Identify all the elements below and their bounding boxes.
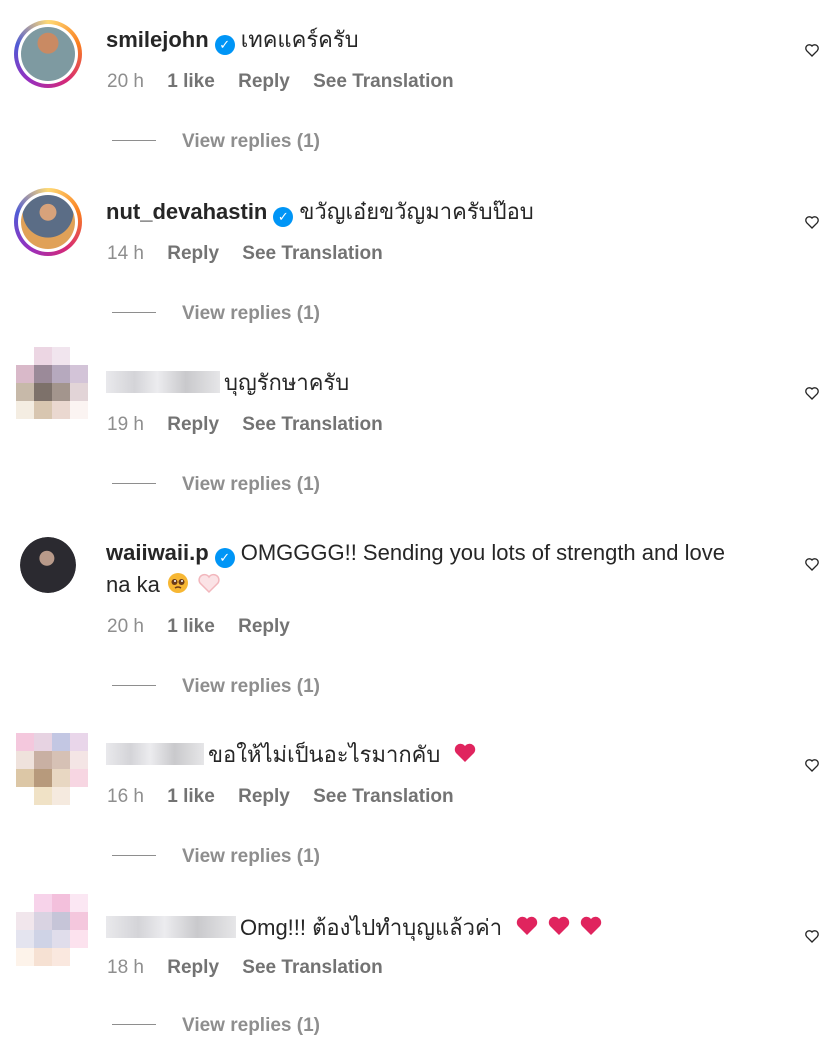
comment-item: waiiwaii.p ✓ OMGGGG!! Sending you lots of … xyxy=(0,535,820,705)
see-translation-button[interactable]: See Translation xyxy=(242,957,382,978)
avatar-blurred[interactable] xyxy=(16,347,88,419)
heart-outline-icon[interactable] xyxy=(804,556,820,572)
view-replies-label: View replies (1) xyxy=(182,676,320,697)
divider-line xyxy=(112,483,156,484)
username[interactable]: nut_devahastin xyxy=(106,199,267,224)
comment-meta: 20 h 1 like Reply See Translation xyxy=(107,71,472,93)
see-translation-button[interactable]: See Translation xyxy=(242,414,382,435)
comment-meta: 20 h 1 like Reply xyxy=(107,616,308,638)
comment-meta: 14 h Reply See Translation xyxy=(107,243,401,265)
view-replies-label: View replies (1) xyxy=(182,303,320,324)
comment-text-line: nut_devahastin ✓ ขวัญเอ๋ยขวัญมาครับป๊อบ xyxy=(106,196,770,228)
divider-line xyxy=(112,1024,156,1025)
comment-text: ขอให้ไม่เป็นอะไรมากคับ xyxy=(208,742,441,767)
heart-outline-icon[interactable] xyxy=(804,757,820,773)
comment-time[interactable]: 19 h xyxy=(107,414,144,435)
blurred-username[interactable] xyxy=(106,916,236,938)
blurred-username[interactable] xyxy=(106,371,220,393)
heart-outline-icon[interactable] xyxy=(804,42,820,58)
view-replies-button[interactable]: View replies (1) xyxy=(112,846,320,868)
divider-line xyxy=(112,140,156,141)
view-replies-label: View replies (1) xyxy=(182,1015,320,1036)
heart-hands-emoji-icon xyxy=(198,573,220,594)
comment-text-line: บุญรักษาครับ xyxy=(106,367,770,399)
username[interactable]: smilejohn xyxy=(106,27,209,52)
like-count[interactable]: 1 like xyxy=(167,786,215,807)
comment-time[interactable]: 20 h xyxy=(107,71,144,92)
comment-text: เทคแคร์ครับ xyxy=(240,27,359,52)
comment-time[interactable]: 14 h xyxy=(107,243,144,264)
red-heart-emoji-icon xyxy=(581,916,602,935)
comment-time[interactable]: 16 h xyxy=(107,786,144,807)
comment-text: Omg!!! ต้องไปทำบุญแล้วค่า xyxy=(240,915,503,940)
comment-text: ขวัญเอ๋ยขวัญมาครับป๊อบ xyxy=(299,199,534,224)
comment-text: OMGGGG!! Sending you lots of strength an… xyxy=(240,540,725,565)
see-translation-button[interactable]: See Translation xyxy=(313,786,453,807)
comment-meta: 19 h Reply See Translation xyxy=(107,414,401,436)
heart-outline-icon[interactable] xyxy=(804,214,820,230)
see-translation-button[interactable]: See Translation xyxy=(242,243,382,264)
view-replies-button[interactable]: View replies (1) xyxy=(112,1015,320,1037)
avatar-blurred[interactable] xyxy=(16,894,88,966)
pleading-face-emoji-icon xyxy=(167,573,188,593)
verified-badge-icon: ✓ xyxy=(273,207,294,227)
view-replies-label: View replies (1) xyxy=(182,131,320,152)
comment-text-line: ขอให้ไม่เป็นอะไรมากคับ xyxy=(106,739,770,771)
comment-item: บุญรักษาครับ 19 h Reply See Translation … xyxy=(0,343,820,503)
comment-item: nut_devahastin ✓ ขวัญเอ๋ยขวัญมาครับป๊อบ 14… xyxy=(0,172,820,332)
view-replies-button[interactable]: View replies (1) xyxy=(112,474,320,496)
view-replies-button[interactable]: View replies (1) xyxy=(112,131,320,153)
comment-text-line: Omg!!! ต้องไปทำบุญแล้วค่า xyxy=(106,912,770,944)
reply-button[interactable]: Reply xyxy=(238,616,290,637)
reply-button[interactable]: Reply xyxy=(167,414,219,435)
verified-badge-icon: ✓ xyxy=(214,548,235,568)
comment-item: Omg!!! ต้องไปทำบุญแล้วค่า 18 h Reply See… xyxy=(0,886,820,1036)
reply-button[interactable]: Reply xyxy=(167,243,219,264)
reply-button[interactable]: Reply xyxy=(167,957,219,978)
view-replies-button[interactable]: View replies (1) xyxy=(112,676,320,698)
comment-text-line: smilejohn ✓ เทคแคร์ครับ xyxy=(106,24,770,56)
reply-button[interactable]: Reply xyxy=(238,786,290,807)
divider-line xyxy=(112,685,156,686)
comment-time[interactable]: 18 h xyxy=(107,957,144,978)
comment-meta: 18 h Reply See Translation xyxy=(107,957,401,979)
heart-outline-icon[interactable] xyxy=(804,385,820,401)
red-heart-emoji-icon xyxy=(549,916,570,935)
verified-badge-icon: ✓ xyxy=(214,35,235,55)
red-heart-emoji-icon xyxy=(455,743,476,762)
comment-text-continued: na ka xyxy=(106,572,160,597)
comment-text-line: waiiwaii.p ✓ OMGGGG!! Sending you lots of … xyxy=(106,537,770,601)
divider-line xyxy=(112,312,156,313)
view-replies-label: View replies (1) xyxy=(182,474,320,495)
blurred-username[interactable] xyxy=(106,743,204,765)
view-replies-button[interactable]: View replies (1) xyxy=(112,303,320,325)
red-heart-emoji-icon xyxy=(516,916,538,935)
avatar-smilejohn[interactable] xyxy=(14,20,82,88)
reply-button[interactable]: Reply xyxy=(238,71,290,92)
heart-outline-icon[interactable] xyxy=(804,928,820,944)
comment-item: smilejohn ✓ เทคแคร์ครับ 20 h 1 like Reply … xyxy=(0,0,820,160)
username[interactable]: waiiwaii.p xyxy=(106,540,209,565)
view-replies-label: View replies (1) xyxy=(182,846,320,867)
avatar-waiiwaii-p[interactable] xyxy=(20,537,76,593)
see-translation-button[interactable]: See Translation xyxy=(313,71,453,92)
comment-text: บุญรักษาครับ xyxy=(224,370,350,395)
divider-line xyxy=(112,855,156,856)
comment-time[interactable]: 20 h xyxy=(107,616,144,637)
like-count[interactable]: 1 like xyxy=(167,71,215,92)
comment-item: ขอให้ไม่เป็นอะไรมากคับ 16 h 1 like Reply… xyxy=(0,715,820,875)
avatar-blurred[interactable] xyxy=(16,733,88,805)
comment-meta: 16 h 1 like Reply See Translation xyxy=(107,786,472,808)
like-count[interactable]: 1 like xyxy=(167,616,215,637)
avatar-nut-devahastin[interactable] xyxy=(14,188,82,256)
